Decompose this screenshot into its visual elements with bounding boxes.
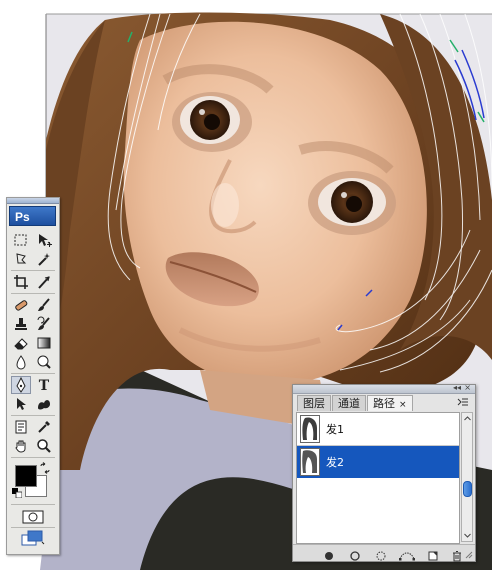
scroll-down-icon[interactable] (463, 531, 472, 540)
path-row-1[interactable]: 发1 (297, 413, 459, 446)
path-thumbnail (300, 448, 320, 476)
blur-tool-icon[interactable] (11, 353, 31, 371)
healing-brush-tool-icon[interactable] (11, 296, 31, 314)
hand-tool-icon[interactable] (11, 437, 31, 455)
quick-mask-icon[interactable] (21, 509, 45, 525)
dodge-tool-icon[interactable] (34, 353, 54, 371)
make-work-path-icon[interactable] (399, 547, 415, 561)
slice-tool-icon[interactable] (34, 273, 54, 291)
svg-text:T: T (39, 378, 50, 393)
history-brush-tool-icon[interactable] (34, 315, 54, 333)
stroke-path-icon[interactable] (349, 547, 361, 561)
path-row-2[interactable]: 发2 (297, 446, 459, 478)
delete-path-icon[interactable] (451, 547, 463, 562)
scrollbar-thumb[interactable] (463, 481, 472, 497)
path-list-scrollbar[interactable] (461, 412, 473, 542)
marquee-tool-icon[interactable] (11, 231, 31, 249)
path-selection-tool-icon[interactable] (11, 395, 31, 413)
resize-grip-icon[interactable] (465, 551, 473, 559)
path-list: 发1 发2 (296, 412, 460, 544)
tab-layers[interactable]: 图层 (297, 395, 331, 411)
toolbox-titlebar[interactable] (7, 198, 59, 204)
tab-channels[interactable]: 通道 (332, 395, 366, 411)
lasso-tool-icon[interactable] (11, 250, 31, 268)
path-thumbnail (300, 415, 320, 443)
move-tool-icon[interactable] (34, 231, 54, 249)
tab-paths-label: 路径 (373, 397, 395, 410)
toolbox-panel: Ps T (6, 197, 60, 555)
type-tool-icon[interactable]: T (34, 376, 54, 394)
panel-close-icon[interactable]: × (464, 384, 471, 392)
tab-layers-label: 图层 (303, 397, 325, 410)
tab-channels-label: 通道 (338, 397, 360, 410)
swap-colors-icon[interactable] (39, 462, 51, 474)
notes-tool-icon[interactable] (11, 418, 31, 436)
brush-tool-icon[interactable] (34, 296, 54, 314)
panel-tabs: 图层 通道 路径 × (297, 395, 414, 411)
panel-menu-icon[interactable] (457, 397, 469, 407)
tab-paths[interactable]: 路径 × (367, 395, 413, 411)
fill-path-icon[interactable] (323, 547, 335, 560)
eraser-tool-icon[interactable] (11, 334, 31, 352)
screen-mode-icon[interactable] (21, 530, 45, 546)
path-label: 发1 (326, 423, 344, 436)
panel-titlebar[interactable]: ◂◂ × (293, 384, 475, 394)
magic-wand-tool-icon[interactable] (34, 250, 54, 268)
eyedropper-tool-icon[interactable] (34, 418, 54, 436)
panel-footer (293, 544, 475, 562)
path-label: 发2 (326, 456, 344, 469)
clone-stamp-tool-icon[interactable] (11, 315, 31, 333)
foreground-color-swatch[interactable] (15, 465, 37, 487)
custom-shape-tool-icon[interactable] (34, 395, 54, 413)
default-colors-icon[interactable] (12, 488, 22, 498)
tab-close-icon[interactable]: × (399, 400, 407, 410)
new-path-icon[interactable] (427, 547, 439, 561)
pen-tool-icon[interactable] (11, 376, 31, 394)
zoom-tool-icon[interactable] (34, 437, 54, 455)
load-as-selection-icon[interactable] (375, 547, 387, 561)
paths-panel: ◂◂ × 图层 通道 路径 × 发1 发2 (292, 384, 476, 562)
crop-tool-icon[interactable] (11, 273, 31, 291)
photoshop-logo[interactable]: Ps (9, 206, 56, 226)
panel-collapse-icon[interactable]: ◂◂ (453, 384, 461, 392)
gradient-tool-icon[interactable] (34, 334, 54, 352)
scroll-up-icon[interactable] (463, 414, 472, 423)
